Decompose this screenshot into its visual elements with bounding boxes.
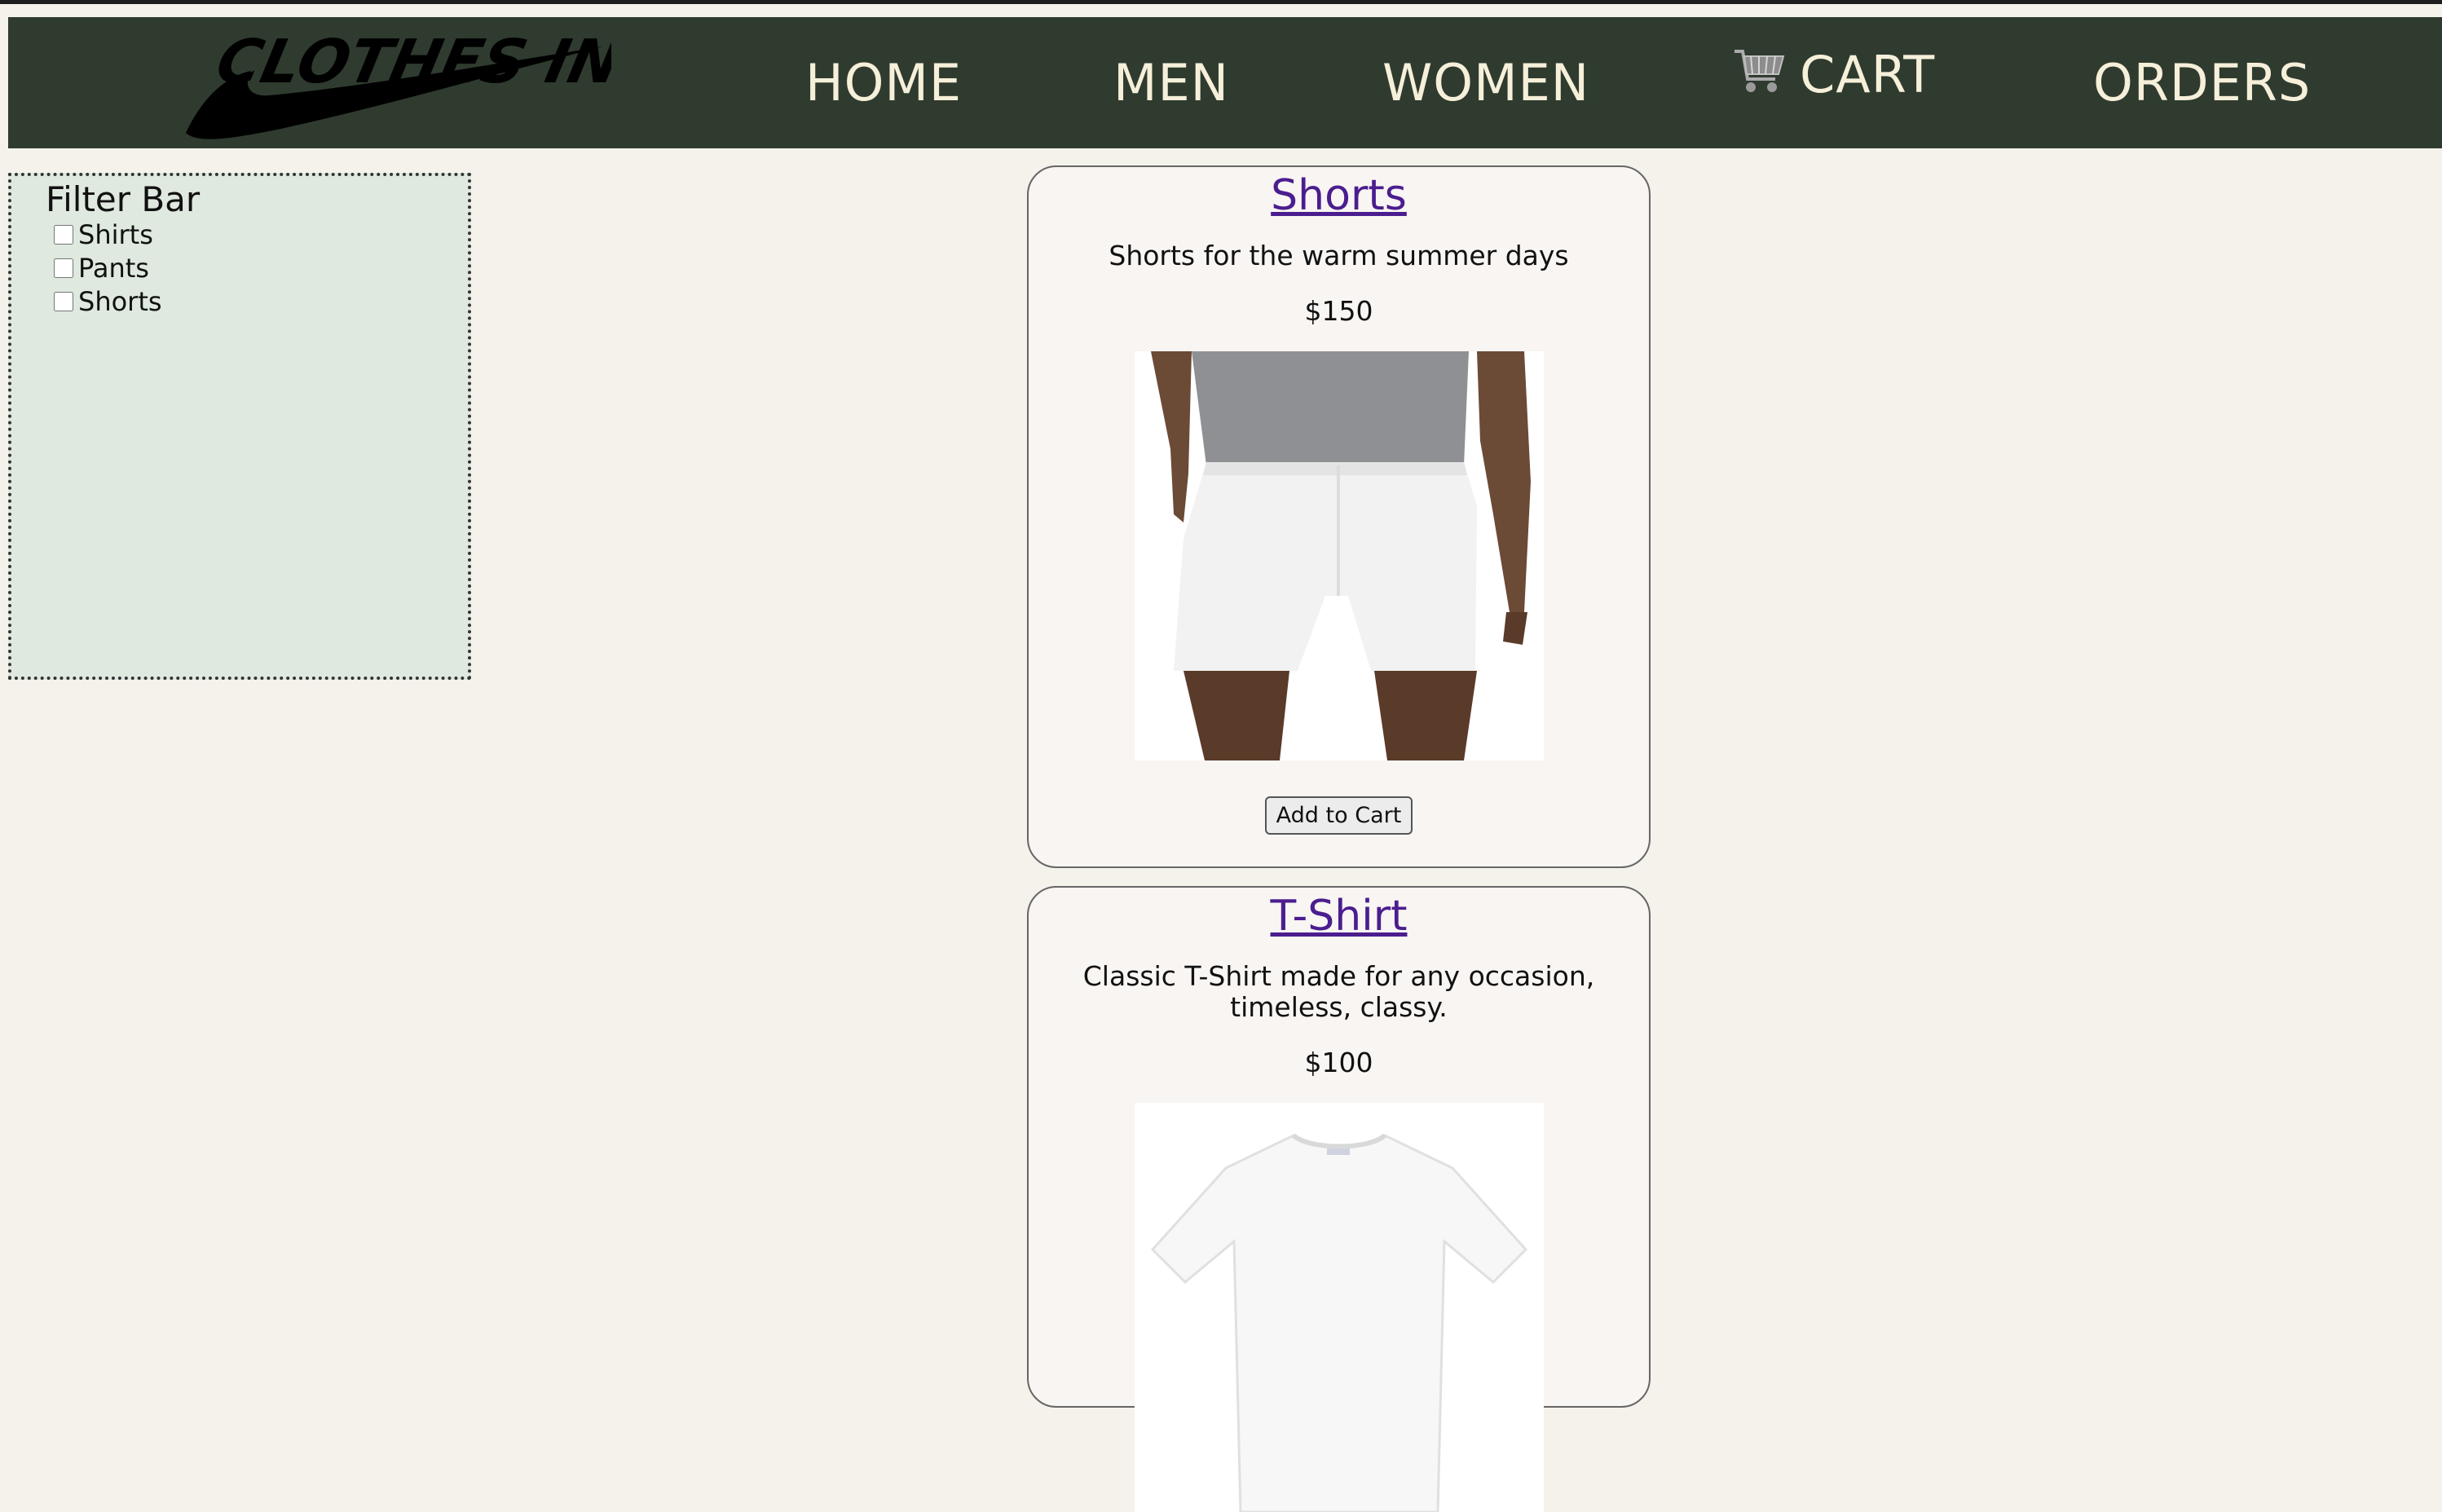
product-description: Shorts for the warm summer days [1109,240,1569,271]
filter-option-pants[interactable]: Pants [54,252,149,284]
filter-checkbox-shorts[interactable] [54,292,73,311]
product-title-link[interactable]: Shorts [1029,170,1649,221]
filter-label-shorts: Shorts [78,286,162,317]
product-image-shorts[interactable] [1134,351,1544,760]
nav-cart-label: CART [1800,45,1936,104]
product-description: Classic T-Shirt made for any occasion, t… [1082,960,1595,1023]
top-border [0,0,2442,4]
add-to-cart-button[interactable]: Add to Cart [1264,796,1413,835]
brand-logo[interactable]: CLOTHES INC [171,17,611,148]
product-price: $100 [1304,1047,1373,1078]
filter-checkbox-shirts[interactable] [54,225,73,245]
filter-checkbox-pants[interactable] [54,258,73,278]
product-image-tshirt[interactable] [1134,1103,1544,1512]
filter-label-shirts: Shirts [78,219,153,250]
filter-title: Filter Bar [46,179,201,219]
filter-option-shirts[interactable]: Shirts [54,218,153,251]
nav-cart[interactable]: CART [1733,17,1935,148]
product-card: Shorts Shorts for the warm summer days $… [1027,165,1651,868]
shopping-cart-icon [1735,49,1785,92]
brand-logo-text: CLOTHES INC [210,27,611,97]
filter-label-pants: Pants [78,253,149,284]
nav-women[interactable]: WOMEN [1382,17,1589,148]
nav-home[interactable]: HOME [805,17,962,148]
product-card: T-Shirt Classic T-Shirt made for any occ… [1027,886,1651,1512]
top-navbar: CLOTHES INC HOME MEN WOMEN CART ORDERS [8,17,2442,148]
filter-bar: Filter Bar Shirts Pants Shorts [8,173,471,680]
product-price: $150 [1304,295,1373,327]
nav-orders[interactable]: ORDERS [2093,17,2311,148]
nav-men[interactable]: MEN [1113,17,1229,148]
product-title-link[interactable]: T-Shirt [1029,891,1649,941]
filter-option-shorts[interactable]: Shorts [54,285,162,318]
